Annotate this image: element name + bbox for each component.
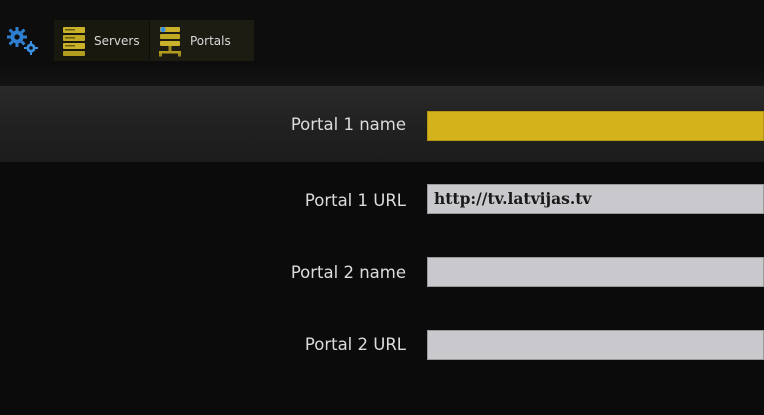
tab-portals-label: Portals <box>190 33 231 48</box>
portal-1-name-label: Portal 1 name <box>290 114 406 134</box>
tab-servers-label: Servers <box>94 33 140 48</box>
tab-portals[interactable]: Portals <box>150 20 254 61</box>
form-row-portal-1-url: Portal 1 URL http://tv.latvijas.tv <box>0 162 764 238</box>
portal-2-name-label: Portal 2 name <box>290 262 406 282</box>
server-network-icon <box>156 24 184 58</box>
server-icon <box>60 24 88 58</box>
form-row-portal-2-name: Portal 2 name <box>0 234 764 310</box>
form-row-portal-1-name: Portal 1 name <box>0 86 764 162</box>
portal-2-name-input[interactable] <box>427 257 764 287</box>
gears-icon[interactable] <box>6 24 42 58</box>
portal-2-url-label: Portal 2 URL <box>304 334 406 354</box>
tab-servers[interactable]: Servers <box>54 20 149 61</box>
portal-1-url-label: Portal 1 URL <box>304 190 406 210</box>
portal-2-url-input[interactable] <box>427 330 764 360</box>
header-separator <box>0 62 764 86</box>
top-toolbar: Servers Portals <box>0 0 764 62</box>
portal-1-url-input[interactable]: http://tv.latvijas.tv <box>427 184 764 214</box>
portal-settings-screen: Servers Portals Portal 1 name Portal 1 U… <box>0 0 764 415</box>
form-row-portal-2-url: Portal 2 URL <box>0 306 764 382</box>
portal-1-name-input[interactable] <box>427 111 764 141</box>
